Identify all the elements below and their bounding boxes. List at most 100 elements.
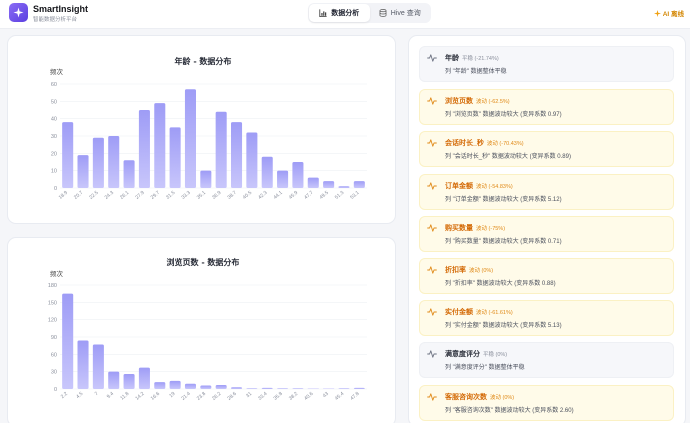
bar[interactable] — [108, 136, 120, 188]
stat-card[interactable]: 订单金额 波动 (-54.83%) 列 "订单金额" 数据波动较大 (变异系数 5.… — [419, 174, 674, 210]
bar[interactable] — [215, 384, 227, 389]
x-tick-label: 18.9 — [58, 190, 69, 201]
bar[interactable] — [138, 367, 150, 389]
y-tick-label: 60 — [51, 352, 57, 358]
bar[interactable] — [353, 181, 365, 188]
bar[interactable] — [108, 371, 120, 389]
stat-description: 列 "客服咨询次数" 数据波动较大 (变异系数 2.60) — [445, 408, 574, 414]
bar[interactable] — [277, 388, 289, 389]
bar[interactable] — [338, 388, 350, 389]
bar[interactable] — [123, 373, 135, 389]
brand-subtitle: 智能数据分析平台 — [33, 17, 78, 23]
bar[interactable] — [261, 156, 273, 188]
x-tick-label: 45.4 — [334, 391, 345, 402]
bar[interactable] — [292, 388, 304, 389]
bar[interactable] — [154, 103, 166, 188]
stat-description: 列 "订单金额" 数据波动较大 (变异系数 5.12) — [445, 197, 562, 203]
ai-status-label: AI 离线 — [662, 11, 684, 18]
stat-name: 订单金额 波动 (-54.83%) — [445, 181, 667, 191]
bar[interactable] — [169, 127, 181, 188]
x-tick-label: 53.1 — [349, 190, 360, 201]
stat-name: 折扣率 波动 (0%) — [445, 265, 667, 275]
bar[interactable] — [246, 388, 258, 389]
column-name: 实付金额 — [445, 309, 473, 316]
bar[interactable] — [323, 181, 335, 188]
bar[interactable] — [77, 155, 89, 188]
bar[interactable] — [92, 137, 104, 188]
tab-hive-query[interactable]: Hive 查询 — [370, 4, 431, 22]
activity-icon — [427, 182, 437, 190]
bar[interactable] — [77, 340, 89, 389]
stat-card[interactable]: 实付金额 波动 (-61.61%) 列 "实付金额" 数据波动较大 (变异系数 5.… — [419, 300, 674, 336]
bar[interactable] — [230, 122, 243, 188]
bar[interactable] — [200, 385, 212, 389]
stat-card[interactable]: 折扣率 波动 (0%) 列 "折扣率" 数据波动较大 (变异系数 0.88) — [419, 258, 674, 294]
activity-icon — [427, 54, 437, 62]
bar[interactable] — [353, 387, 365, 389]
stat-card[interactable]: 年龄 平稳 (-21.74%) 列 "年龄" 数据整体平稳 — [419, 46, 674, 82]
activity-icon — [427, 139, 437, 147]
y-tick-label: 90 — [51, 335, 57, 341]
x-tick-label: 45.9 — [288, 190, 299, 201]
app-logo[interactable] — [9, 3, 28, 22]
bar[interactable] — [323, 388, 335, 390]
column-name: 浏览页数 — [445, 98, 473, 105]
x-tick-label: 35.8 — [273, 391, 284, 402]
tab-data-analysis[interactable]: 数据分析 — [309, 4, 370, 22]
x-tick-label: 23.8 — [196, 391, 207, 402]
chart-card-age: 年龄 - 数据分布 频次 0 10 20 30 40 50 60 18.9 20.7 22.5 24.3… — [7, 35, 396, 224]
stat-name: 客服咨询次数 波动 (0%) — [445, 392, 667, 402]
bar[interactable] — [277, 170, 289, 188]
bar[interactable] — [215, 111, 227, 188]
stat-name: 会话时长_秒 波动 (-70.43%) — [445, 138, 667, 148]
page-views-histogram: 浏览页数 - 数据分布频次 0 30 60 90 120 150 180 2.2 4.5 7 9.4 1… — [48, 257, 367, 402]
x-tick-label: 51.3 — [334, 190, 345, 201]
bar[interactable] — [307, 177, 319, 188]
bar[interactable] — [62, 122, 74, 188]
bar[interactable] — [246, 132, 258, 188]
y-tick-label: 10 — [51, 169, 57, 175]
bar[interactable] — [123, 160, 135, 188]
tab-label: 数据分析 — [331, 10, 360, 17]
y-tick-label: 50 — [51, 99, 57, 105]
x-tick-label: 4.5 — [75, 391, 84, 400]
x-tick-label: 26.1 — [119, 190, 130, 201]
x-tick-label: 26.2 — [211, 391, 222, 402]
bar[interactable] — [200, 170, 212, 188]
stat-card[interactable]: 购买数量 波动 (-75%) 列 "购买数量" 数据波动较大 (变异系数 0.71) — [419, 216, 674, 252]
tab-label: Hive 查询 — [390, 10, 421, 17]
bar[interactable] — [184, 383, 197, 389]
stat-card[interactable]: 客服咨询次数 波动 (0%) 列 "客服咨询次数" 数据波动较大 (变异系数 2.6… — [419, 385, 674, 421]
bar[interactable] — [169, 380, 181, 389]
y-tick-label: 0 — [54, 186, 57, 192]
activity-icon — [427, 224, 437, 232]
main-tabs: 数据分析 Hive 查询 — [308, 3, 431, 23]
x-tick-label: 33.4 — [257, 391, 268, 402]
bar[interactable] — [261, 387, 273, 389]
bar[interactable] — [62, 293, 74, 389]
bar[interactable] — [138, 110, 150, 188]
bar[interactable] — [292, 162, 304, 188]
stat-card[interactable]: 浏览页数 波动 (-62.5%) 列 "浏览页数" 数据波动较大 (变异系数 0.9… — [419, 89, 674, 125]
column-name: 折扣率 — [445, 267, 466, 274]
x-tick-label: 31.5 — [165, 190, 176, 201]
stat-card[interactable]: 满意度评分 平稳 (0%) 列 "满意度评分" 数据整体平稳 — [419, 342, 674, 378]
bar[interactable] — [154, 382, 166, 389]
status-badge: 波动 (-62.5%) — [476, 99, 510, 105]
stat-description: 列 "会话时长_秒" 数据波动较大 (变异系数 0.89) — [445, 154, 571, 160]
ai-status-badge[interactable]: AI 离线 — [653, 8, 684, 18]
bar[interactable] — [307, 388, 319, 390]
bar[interactable] — [338, 186, 350, 188]
activity-icon — [427, 393, 437, 401]
x-tick-label: 19 — [168, 391, 176, 399]
bar[interactable] — [92, 344, 104, 389]
column-name: 年龄 — [445, 55, 459, 62]
status-badge: 平稳 (0%) — [483, 352, 508, 358]
stat-card[interactable]: 会话时长_秒 波动 (-70.43%) 列 "会话时长_秒" 数据波动较大 (变异系… — [419, 131, 674, 167]
chart-title: 年龄 - 数据分布 — [175, 56, 232, 66]
y-axis-label: 频次 — [50, 67, 64, 76]
column-name: 客服咨询次数 — [445, 394, 487, 401]
bar[interactable] — [230, 387, 243, 389]
bar[interactable] — [184, 89, 197, 188]
top-header: SmartInsight 智能数据分析平台 数据分析 Hive 查询 AI 离线 — [0, 0, 690, 29]
